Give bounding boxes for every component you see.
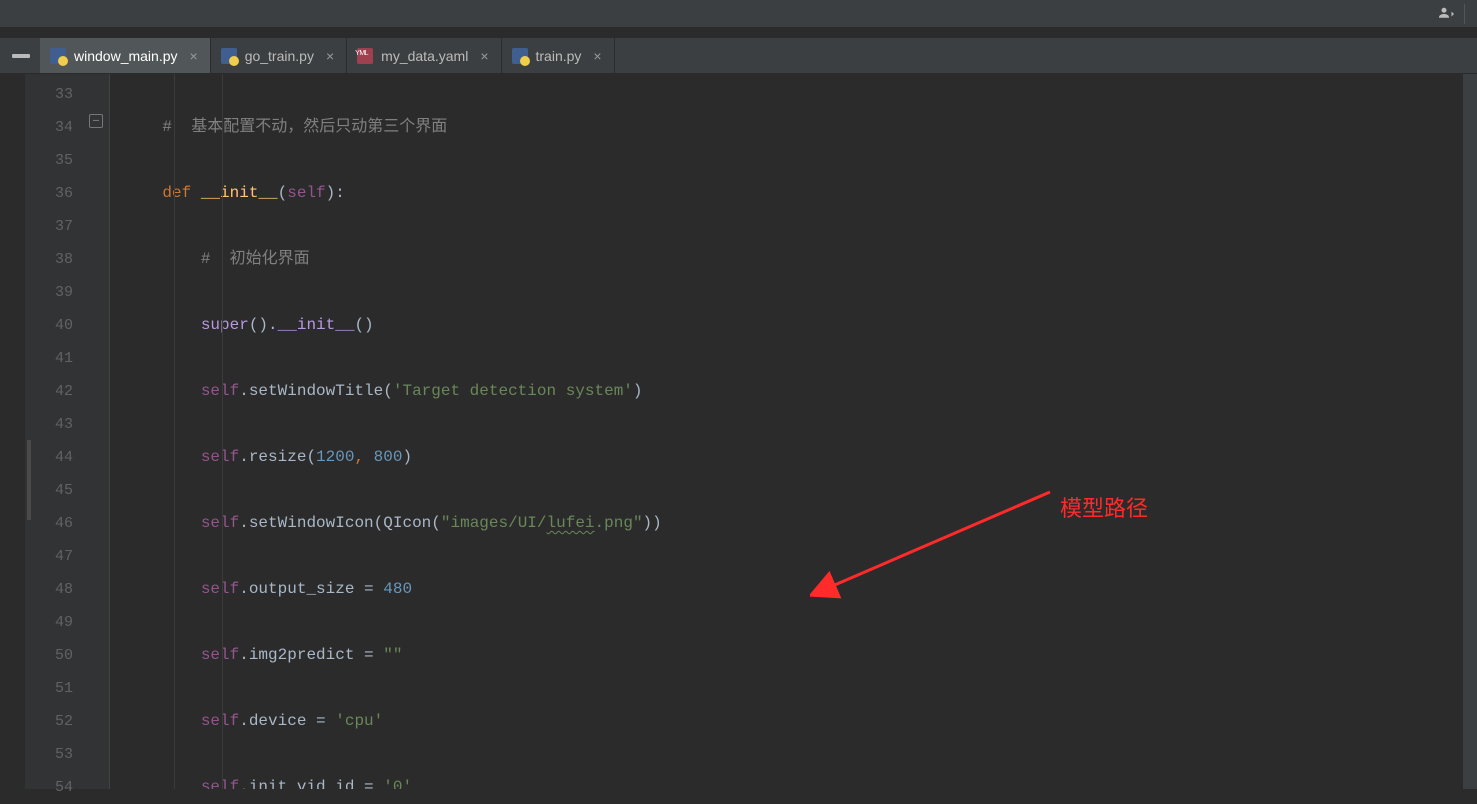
code-line: self.resize(1200, 800) [124, 441, 1463, 474]
line-number: 53 [25, 738, 73, 771]
tab-train[interactable]: train.py × [502, 38, 615, 73]
line-number: 39 [25, 276, 73, 309]
line-number: 33 [25, 78, 73, 111]
line-number: 38 [25, 243, 73, 276]
yaml-file-icon [357, 48, 373, 64]
close-icon[interactable]: × [593, 48, 601, 64]
tab-label: train.py [536, 48, 582, 64]
tab-go-train[interactable]: go_train.py × [211, 38, 347, 73]
code-line: super().__init__() [124, 309, 1463, 342]
tab-label: my_data.yaml [381, 48, 468, 64]
close-icon[interactable]: × [326, 48, 334, 64]
line-number: 40 [25, 309, 73, 342]
python-file-icon [512, 48, 528, 64]
line-number: 45 [25, 474, 73, 507]
line-number: 44 [25, 441, 73, 474]
code-line: # 基本配置不动，然后只动第三个界面 [124, 111, 1463, 144]
code-line: self.img2predict = "" [124, 639, 1463, 672]
close-icon[interactable]: × [480, 48, 488, 64]
right-scrollbar[interactable] [1463, 74, 1477, 789]
line-number: 52 [25, 705, 73, 738]
code-line: self.init_vid_id = '0' [124, 771, 1463, 789]
line-number: 36 [25, 177, 73, 210]
line-number: 48 [25, 573, 73, 606]
tab-window-main[interactable]: window_main.py × [40, 38, 211, 73]
code-content[interactable]: # 基本配置不动，然后只动第三个界面 def __init__(self): #… [110, 74, 1463, 789]
fold-gutter: — [85, 74, 110, 789]
code-line: self.output_size = 480 [124, 573, 1463, 606]
left-pad [0, 74, 25, 789]
line-number-gutter: 3334353637383940414243444546474849505152… [25, 74, 85, 789]
line-number: 54 [25, 771, 73, 804]
code-line: def __init__(self): [124, 177, 1463, 210]
editor-area[interactable]: 3334353637383940414243444546474849505152… [0, 74, 1477, 789]
code-line: self.setWindowIcon(QIcon("images/UI/lufe… [124, 507, 1463, 540]
python-file-icon [221, 48, 237, 64]
collapse-icon[interactable] [12, 54, 30, 58]
line-number: 43 [25, 408, 73, 441]
code-line: # 初始化界面 [124, 243, 1463, 276]
line-number: 41 [25, 342, 73, 375]
tab-label: go_train.py [245, 48, 314, 64]
line-number: 42 [25, 375, 73, 408]
tab-my-data[interactable]: my_data.yaml × [347, 38, 501, 73]
tab-label: window_main.py [74, 48, 178, 64]
code-line: self.device = 'cpu' [124, 705, 1463, 738]
left-scroll-marker [27, 440, 31, 520]
code-line: self.setWindowTitle('Target detection sy… [124, 375, 1463, 408]
line-number: 34 [25, 111, 73, 144]
line-number: 47 [25, 540, 73, 573]
fold-icon[interactable]: — [89, 114, 103, 128]
line-number: 35 [25, 144, 73, 177]
python-file-icon [50, 48, 66, 64]
line-number: 51 [25, 672, 73, 705]
annotation-label: 模型路径 [1060, 492, 1148, 525]
editor-tabs: window_main.py × go_train.py × my_data.y… [0, 38, 1477, 74]
top-toolbar [0, 0, 1477, 28]
user-menu-icon[interactable] [1439, 4, 1465, 24]
line-number: 50 [25, 639, 73, 672]
line-number: 49 [25, 606, 73, 639]
line-number: 46 [25, 507, 73, 540]
close-icon[interactable]: × [190, 48, 198, 64]
line-number: 37 [25, 210, 73, 243]
